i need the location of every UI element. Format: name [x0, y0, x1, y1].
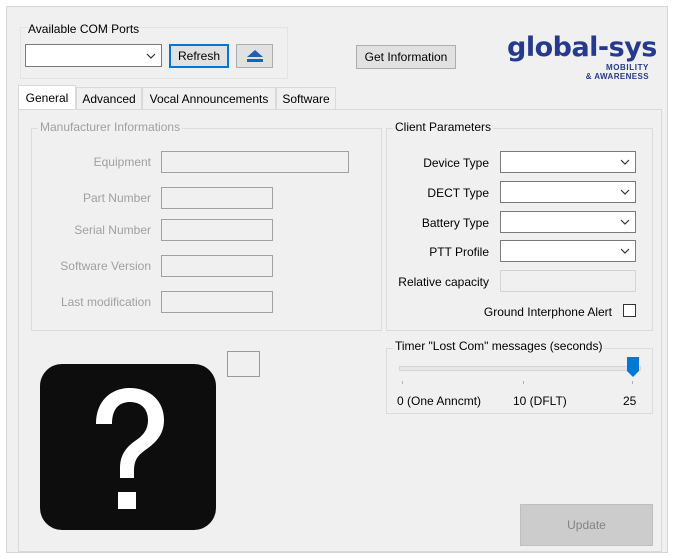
relative-capacity-field — [500, 270, 636, 292]
chevron-down-icon — [620, 189, 630, 195]
client-parameters-title: Client Parameters — [393, 120, 494, 134]
slider-thumb[interactable] — [627, 357, 639, 378]
main-window: Available COM Ports Refresh Get Informat… — [6, 6, 668, 553]
timer-min-label: 0 (One Anncmt) — [397, 394, 482, 408]
tab-software[interactable]: Software — [276, 87, 336, 109]
get-information-button[interactable]: Get Information — [356, 45, 456, 69]
battery-type-select[interactable] — [500, 211, 636, 233]
battery-type-label: Battery Type — [421, 216, 489, 230]
slider-tick-min — [402, 381, 403, 384]
timer-max-label: 25 — [623, 394, 637, 408]
com-port-select[interactable] — [25, 44, 162, 67]
dect-type-label: DECT Type — [427, 186, 489, 200]
serial-number-label: Serial Number — [74, 223, 151, 237]
refresh-button[interactable]: Refresh — [169, 44, 229, 68]
tab-vocal-announcements[interactable]: Vocal Announcements — [142, 87, 276, 109]
question-mark-icon — [40, 364, 216, 530]
com-ports-label: Available COM Ports — [28, 22, 140, 36]
logo-brand: global-sys — [507, 32, 657, 63]
device-type-label: Device Type — [423, 156, 489, 170]
chevron-down-icon — [620, 219, 630, 225]
software-version-field — [161, 255, 273, 277]
equipment-label: Equipment — [93, 155, 151, 169]
timer-slider[interactable] — [399, 357, 641, 387]
software-version-label: Software Version — [60, 259, 151, 273]
logo-tagline-2: & AWARENESS — [585, 72, 649, 81]
device-type-select[interactable] — [500, 151, 636, 173]
part-number-label: Part Number — [82, 191, 151, 205]
ptt-profile-select[interactable] — [500, 240, 636, 262]
chevron-down-icon — [146, 53, 156, 59]
logo-tagline-1: MOBILITY — [605, 63, 649, 72]
chevron-down-icon — [620, 159, 630, 165]
ptt-profile-label: PTT Profile — [429, 245, 489, 259]
device-image — [38, 362, 218, 532]
timer-mid-label: 10 (DFLT) — [513, 394, 567, 408]
eject-icon — [246, 50, 263, 62]
equipment-field — [161, 151, 349, 173]
slider-tick-max — [632, 381, 633, 384]
chevron-down-icon — [620, 248, 630, 254]
ground-interphone-alert-label: Ground Interphone Alert — [483, 305, 612, 319]
ground-interphone-alert-checkbox[interactable] — [623, 304, 636, 317]
slider-tick-mid — [523, 381, 524, 384]
last-modification-label: Last modification — [60, 295, 151, 309]
part-number-field — [161, 187, 273, 209]
serial-number-field — [161, 219, 273, 241]
manufacturer-title: Manufacturer Informations — [38, 120, 183, 134]
tab-advanced[interactable]: Advanced — [76, 87, 142, 109]
global-sys-logo: global-sys MOBILITY & AWARENESS — [507, 30, 657, 85]
relative-capacity-label: Relative capacity — [398, 275, 489, 289]
slider-track — [399, 366, 641, 371]
dect-type-select[interactable] — [500, 181, 636, 203]
tab-panel-general: Manufacturer Informations Equipment Part… — [18, 109, 662, 552]
timer-title: Timer "Lost Com" messages (seconds) — [393, 339, 605, 353]
eject-button[interactable] — [236, 44, 273, 68]
update-button[interactable]: Update — [520, 504, 653, 546]
last-modification-field — [161, 291, 273, 313]
tab-general[interactable]: General — [18, 85, 76, 110]
image-placeholder-box[interactable] — [227, 351, 260, 377]
